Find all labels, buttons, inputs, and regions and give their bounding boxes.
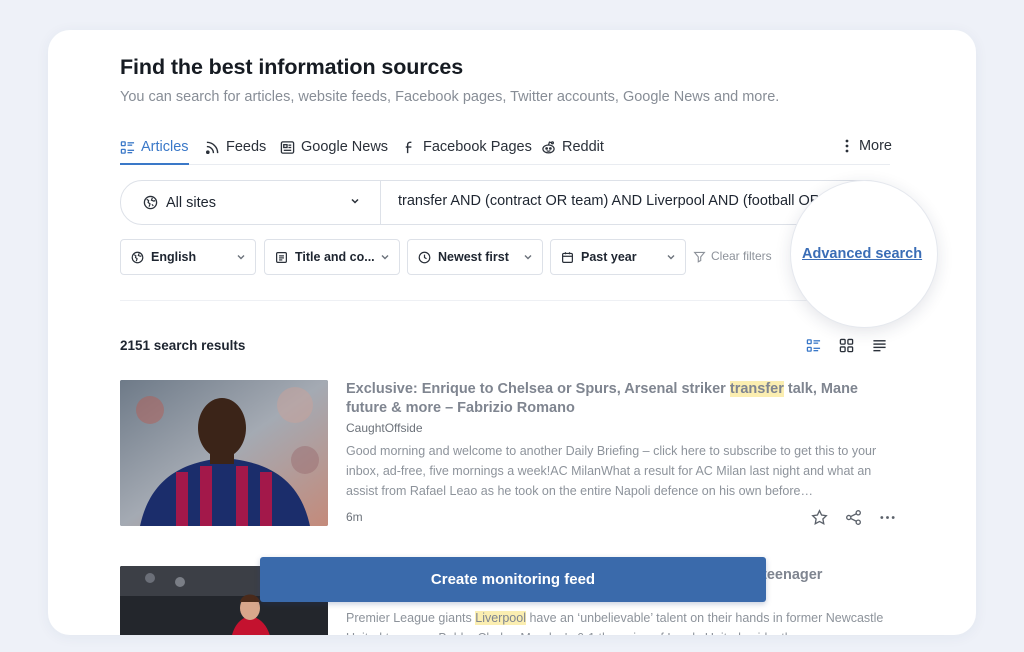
footballer-photo xyxy=(120,380,328,526)
tab-label: Facebook Pages xyxy=(423,139,532,155)
tab-feeds[interactable]: Feeds xyxy=(205,139,266,165)
search-card: Find the best information sources You ca… xyxy=(48,30,976,635)
tab-label: Articles xyxy=(141,139,189,155)
tab-articles[interactable]: Articles xyxy=(120,139,189,165)
chevron-down-icon xyxy=(351,198,359,204)
search-field-filter[interactable]: Title and co... xyxy=(264,239,400,275)
reddit-icon xyxy=(542,141,555,154)
language-label: English xyxy=(151,250,197,264)
sort-label: Newest first xyxy=(438,250,509,264)
globe-icon xyxy=(143,195,158,210)
advanced-search-link[interactable]: Advanced search xyxy=(802,246,922,262)
results-count: 2151 search results xyxy=(120,338,246,353)
source-tabs: Articles Feeds Google News Facebook Page… xyxy=(120,135,892,165)
list-icon xyxy=(120,141,135,154)
chevron-down-icon xyxy=(381,255,389,260)
chevron-down-icon xyxy=(237,255,245,260)
article-time: 6m xyxy=(346,510,363,524)
article-actions xyxy=(811,509,896,526)
keyword-highlight: Liverpool xyxy=(475,611,526,625)
more-dots-icon[interactable] xyxy=(879,509,896,526)
globe-icon xyxy=(131,251,144,263)
keyword-highlight: transfer xyxy=(729,381,784,397)
article-title[interactable]: Exclusive: Enrique to Chelsea or Spurs, … xyxy=(346,380,891,418)
chevron-down-icon xyxy=(524,255,532,260)
tab-label: Reddit xyxy=(562,139,604,155)
search-bar: All sites transfer AND (contract OR team… xyxy=(120,180,890,225)
share-icon[interactable] xyxy=(845,509,862,526)
language-filter[interactable]: English xyxy=(120,239,256,275)
filter-icon xyxy=(693,251,706,263)
article-title[interactable]: teenager xyxy=(762,567,822,583)
search-field-label: Title and co... xyxy=(295,250,375,264)
more-label: More xyxy=(858,138,892,154)
grid-view-icon[interactable] xyxy=(839,338,854,353)
search-input[interactable]: transfer AND (contract OR team) AND Live… xyxy=(398,193,818,209)
tab-label: Feeds xyxy=(226,139,267,155)
page-title: Find the best information sources xyxy=(120,55,464,79)
calendar-icon xyxy=(562,251,573,263)
article-excerpt: Premier League giants Liverpool have an … xyxy=(346,611,884,635)
create-monitoring-feed-button[interactable]: Create monitoring feed xyxy=(260,557,766,602)
article-source: CaughtOffside xyxy=(346,421,423,435)
rss-icon xyxy=(205,141,219,155)
page-subtitle: You can search for articles, website fee… xyxy=(120,89,780,105)
view-toggle xyxy=(806,338,887,353)
site-scope-select[interactable]: All sites xyxy=(121,181,381,224)
compact-view-icon[interactable] xyxy=(872,338,887,353)
tab-facebook-pages[interactable]: Facebook Pages xyxy=(402,139,532,165)
advanced-search-magnifier: Advanced search xyxy=(790,180,938,328)
site-scope-label: All sites xyxy=(166,194,216,211)
facebook-icon xyxy=(405,141,412,154)
list-view-icon[interactable] xyxy=(806,338,821,353)
sort-filter[interactable]: Newest first xyxy=(407,239,543,275)
tab-google-news[interactable]: Google News xyxy=(280,139,388,165)
tab-reddit[interactable]: Reddit xyxy=(541,139,604,165)
period-filter[interactable]: Past year xyxy=(550,239,686,275)
clear-filters-button[interactable]: Clear filters xyxy=(693,249,772,263)
article-thumbnail[interactable] xyxy=(120,380,328,526)
tab-label: Google News xyxy=(301,139,389,155)
article-excerpt: Good morning and welcome to another Dail… xyxy=(346,444,877,498)
star-icon[interactable] xyxy=(811,509,828,526)
chevron-down-icon xyxy=(667,255,675,260)
clear-filters-label: Clear filters xyxy=(711,249,772,263)
vertical-dots-icon xyxy=(845,139,849,153)
newspaper-icon xyxy=(280,141,295,154)
period-label: Past year xyxy=(581,250,637,264)
divider xyxy=(120,300,890,301)
clock-icon xyxy=(418,251,431,263)
more-menu-button[interactable]: More xyxy=(845,138,892,154)
document-icon xyxy=(276,251,287,263)
